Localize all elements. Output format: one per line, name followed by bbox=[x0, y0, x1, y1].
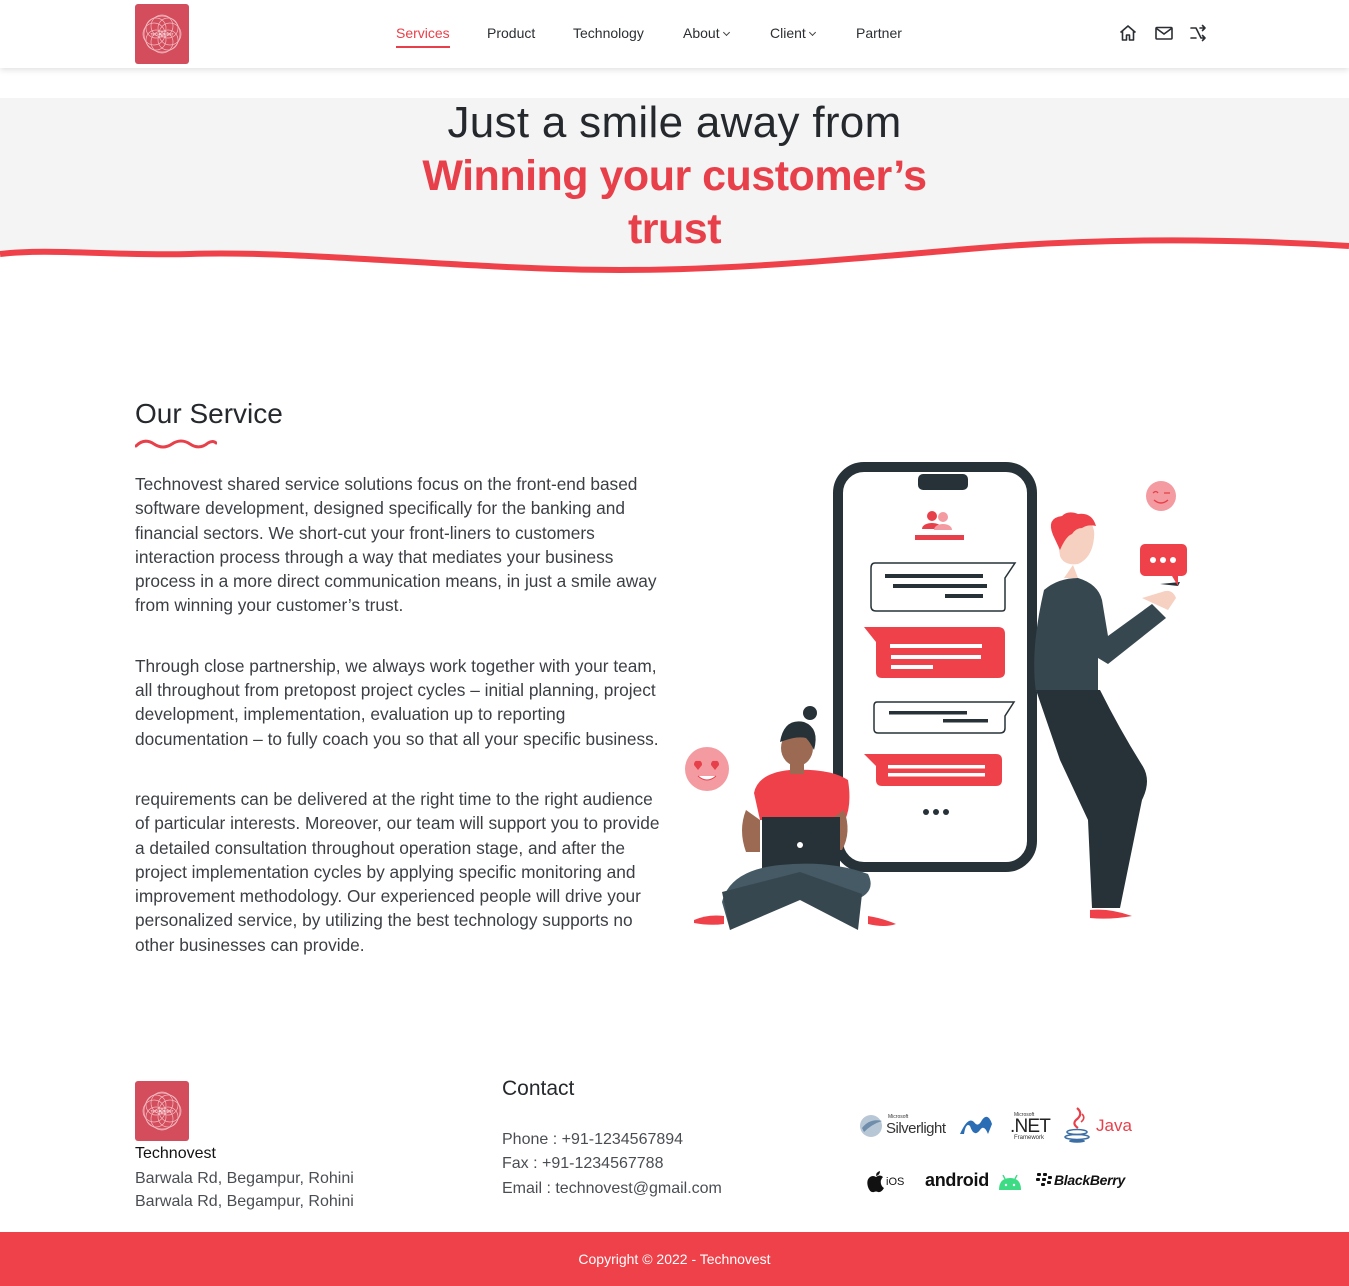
mail-icon[interactable] bbox=[1154, 23, 1174, 43]
ios-label: iOS bbox=[886, 1176, 905, 1188]
nav-client-label: Client bbox=[770, 25, 806, 41]
service-paragraph: requirements can be delivered at the rig… bbox=[135, 788, 660, 955]
apple-icon bbox=[867, 1171, 884, 1193]
android-robot-icon bbox=[999, 1175, 1021, 1190]
wink-emoji-icon bbox=[1146, 481, 1176, 511]
nav-about-label: About bbox=[683, 25, 720, 41]
nav-product[interactable]: Product bbox=[487, 25, 535, 41]
hero-heading: Just a smile away from bbox=[447, 98, 902, 147]
java-cup-icon bbox=[1064, 1107, 1090, 1143]
chevron-down-icon bbox=[808, 28, 816, 37]
service-description: Technovest shared service solutions focu… bbox=[135, 472, 665, 993]
copyright-bar: Copyright © 2022 - Technovest bbox=[0, 1232, 1349, 1286]
contact-heading: Contact bbox=[502, 1077, 575, 1100]
android-label: android bbox=[925, 1170, 989, 1190]
service-paragraph: Technovest shared service solutions focu… bbox=[135, 474, 657, 616]
svg-text:TECHNOVEST: TECHNOVEST bbox=[150, 1110, 173, 1114]
phone-illustration bbox=[833, 462, 1037, 872]
blackberry-icon bbox=[1036, 1173, 1052, 1186]
hero-banner: Just a smile away from Winning your cust… bbox=[0, 98, 1349, 278]
footer-logo[interactable]: TECHNOVEST bbox=[135, 1081, 189, 1141]
home-icon[interactable] bbox=[1118, 23, 1138, 43]
nav-client[interactable]: Client bbox=[770, 25, 816, 41]
nav-services[interactable]: Services bbox=[396, 25, 450, 48]
title-underline-wave bbox=[135, 439, 217, 449]
top-navbar: TECHNOVEST Services Product Technology A… bbox=[0, 0, 1349, 68]
footer-address: Barwala Rd, Begampur, Rohini bbox=[135, 1193, 354, 1210]
section-title: Our Service bbox=[135, 398, 283, 429]
nav-partner[interactable]: Partner bbox=[856, 25, 902, 41]
blackberry-label: BlackBerry bbox=[1054, 1172, 1125, 1188]
standing-man-illustration bbox=[1034, 512, 1187, 919]
nav-about[interactable]: About bbox=[683, 25, 730, 41]
chevron-down-icon bbox=[722, 28, 730, 37]
silverlight-icon bbox=[860, 1115, 882, 1137]
hero-highlight-line1: Winning your customer’s bbox=[422, 152, 927, 200]
contact-phone: Phone : +91-1234567894 bbox=[502, 1131, 684, 1148]
nav-technology[interactable]: Technology bbox=[573, 25, 644, 41]
contact-fax: Fax : +91-1234567788 bbox=[502, 1155, 664, 1172]
copyright-text: Copyright © 2022 - Technovest bbox=[578, 1251, 771, 1267]
shuffle-icon[interactable] bbox=[1188, 23, 1208, 43]
silverlight-label: Silverlight bbox=[886, 1120, 946, 1137]
footer-brand-name: Technovest bbox=[135, 1145, 216, 1162]
java-label: Java bbox=[1096, 1116, 1132, 1135]
chat-illustration bbox=[685, 462, 1187, 930]
dotnet-wave-icon bbox=[960, 1116, 992, 1134]
heart-eyes-emoji-icon bbox=[685, 747, 729, 791]
hero-highlight: Winning your customer’s trust bbox=[0, 150, 1349, 256]
footer-address: Barwala Rd, Begampur, Rohini bbox=[135, 1170, 354, 1187]
service-paragraph: Through close partnership, we always wor… bbox=[135, 655, 659, 749]
contact-email[interactable]: Email : technovest@gmail.com bbox=[502, 1180, 722, 1198]
hero-highlight-line2: trust bbox=[627, 205, 722, 253]
dotnet-sub-label: Framework bbox=[1014, 1135, 1045, 1141]
